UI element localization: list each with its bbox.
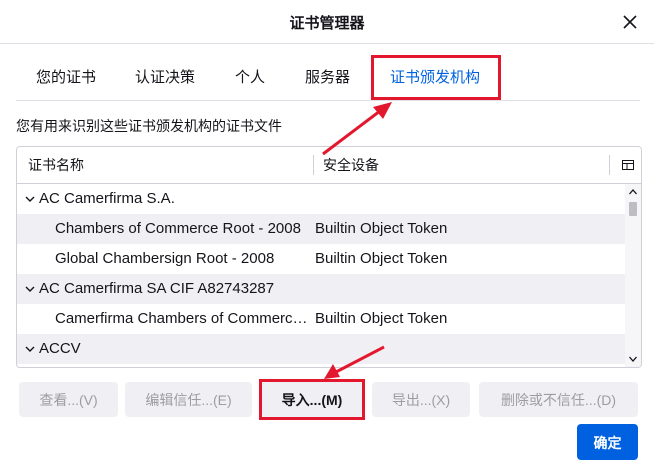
- cert-device: Builtin Object Token: [315, 250, 448, 267]
- dialog-title: 证书管理器: [289, 15, 365, 32]
- close-button[interactable]: [620, 12, 640, 32]
- tab-authorities[interactable]: 证书颁发机构: [390, 56, 481, 100]
- group-name: ACCV: [39, 340, 81, 357]
- column-header-cert-name[interactable]: 证书名称: [28, 147, 84, 183]
- cert-name: Chambers of Commerce Root - 2008: [55, 220, 301, 237]
- scroll-thumb[interactable]: [629, 202, 637, 216]
- group-name: AC Camerfirma SA CIF A82743287: [39, 280, 275, 297]
- column-separator[interactable]: [313, 155, 314, 175]
- edit-trust-button[interactable]: 编辑信任...(E): [125, 382, 252, 417]
- chevron-down-icon[interactable]: [24, 343, 36, 355]
- title-bar: 证书管理器: [0, 0, 654, 44]
- tree-header: 证书名称 安全设备: [17, 147, 641, 184]
- cert-device: Builtin Object Token: [315, 220, 448, 237]
- close-icon: [623, 15, 637, 29]
- view-button[interactable]: 查看...(V): [19, 382, 118, 417]
- tab-bar: 您的证书 认证决策 个人 服务器 证书颁发机构: [16, 56, 640, 101]
- scroll-down-icon[interactable]: [628, 354, 638, 364]
- tab-servers[interactable]: 服务器: [305, 56, 350, 100]
- tree-cert-row[interactable]: Global Chambersign Root - 2008 Builtin O…: [17, 244, 625, 274]
- column-picker-icon[interactable]: [621, 158, 635, 172]
- delete-or-distrust-button[interactable]: 删除或不信任...(D): [479, 382, 638, 417]
- column-header-security-device[interactable]: 安全设备: [323, 147, 379, 183]
- chevron-down-icon[interactable]: [24, 283, 36, 295]
- ok-button[interactable]: 确定: [577, 424, 638, 460]
- import-button[interactable]: 导入...(M): [262, 382, 362, 417]
- chevron-down-icon[interactable]: [24, 193, 36, 205]
- tree-cert-row[interactable]: Camerfirma Chambers of Commerce Root Bui…: [17, 304, 625, 334]
- tree-cert-row[interactable]: Chambers of Commerce Root - 2008 Builtin…: [17, 214, 625, 244]
- tab-authentication-decisions[interactable]: 认证决策: [135, 56, 195, 100]
- scroll-up-icon[interactable]: [628, 187, 638, 197]
- cert-name: Camerfirma Chambers of Commerce Root: [55, 310, 309, 327]
- group-name: AC Camerfirma S.A.: [39, 190, 175, 207]
- tab-your-certificates[interactable]: 您的证书: [36, 56, 96, 100]
- cert-device: Builtin Object Token: [315, 310, 448, 327]
- tree-group-row[interactable]: AC Camerfirma SA CIF A82743287: [17, 274, 625, 304]
- tree-group-row[interactable]: AC Camerfirma S.A.: [17, 184, 625, 214]
- export-button[interactable]: 导出...(X): [372, 382, 470, 417]
- column-separator[interactable]: [609, 155, 610, 175]
- tree-group-row[interactable]: ACCV: [17, 334, 625, 364]
- cert-name: Global Chambersign Root - 2008: [55, 250, 275, 267]
- tab-people[interactable]: 个人: [235, 56, 265, 100]
- tree-scrollbar[interactable]: [625, 184, 641, 367]
- tree-rows: AC Camerfirma S.A. Chambers of Commerce …: [17, 184, 625, 367]
- certificate-manager-dialog: 证书管理器 您的证书 认证决策 个人 服务器 证书颁发机构 您有用来识别这些证书…: [0, 0, 654, 471]
- certificate-tree[interactable]: 证书名称 安全设备 AC Camerfirma S.A. Chambers of…: [16, 146, 642, 368]
- description-text: 您有用来识别这些证书颁发机构的证书文件: [16, 118, 282, 134]
